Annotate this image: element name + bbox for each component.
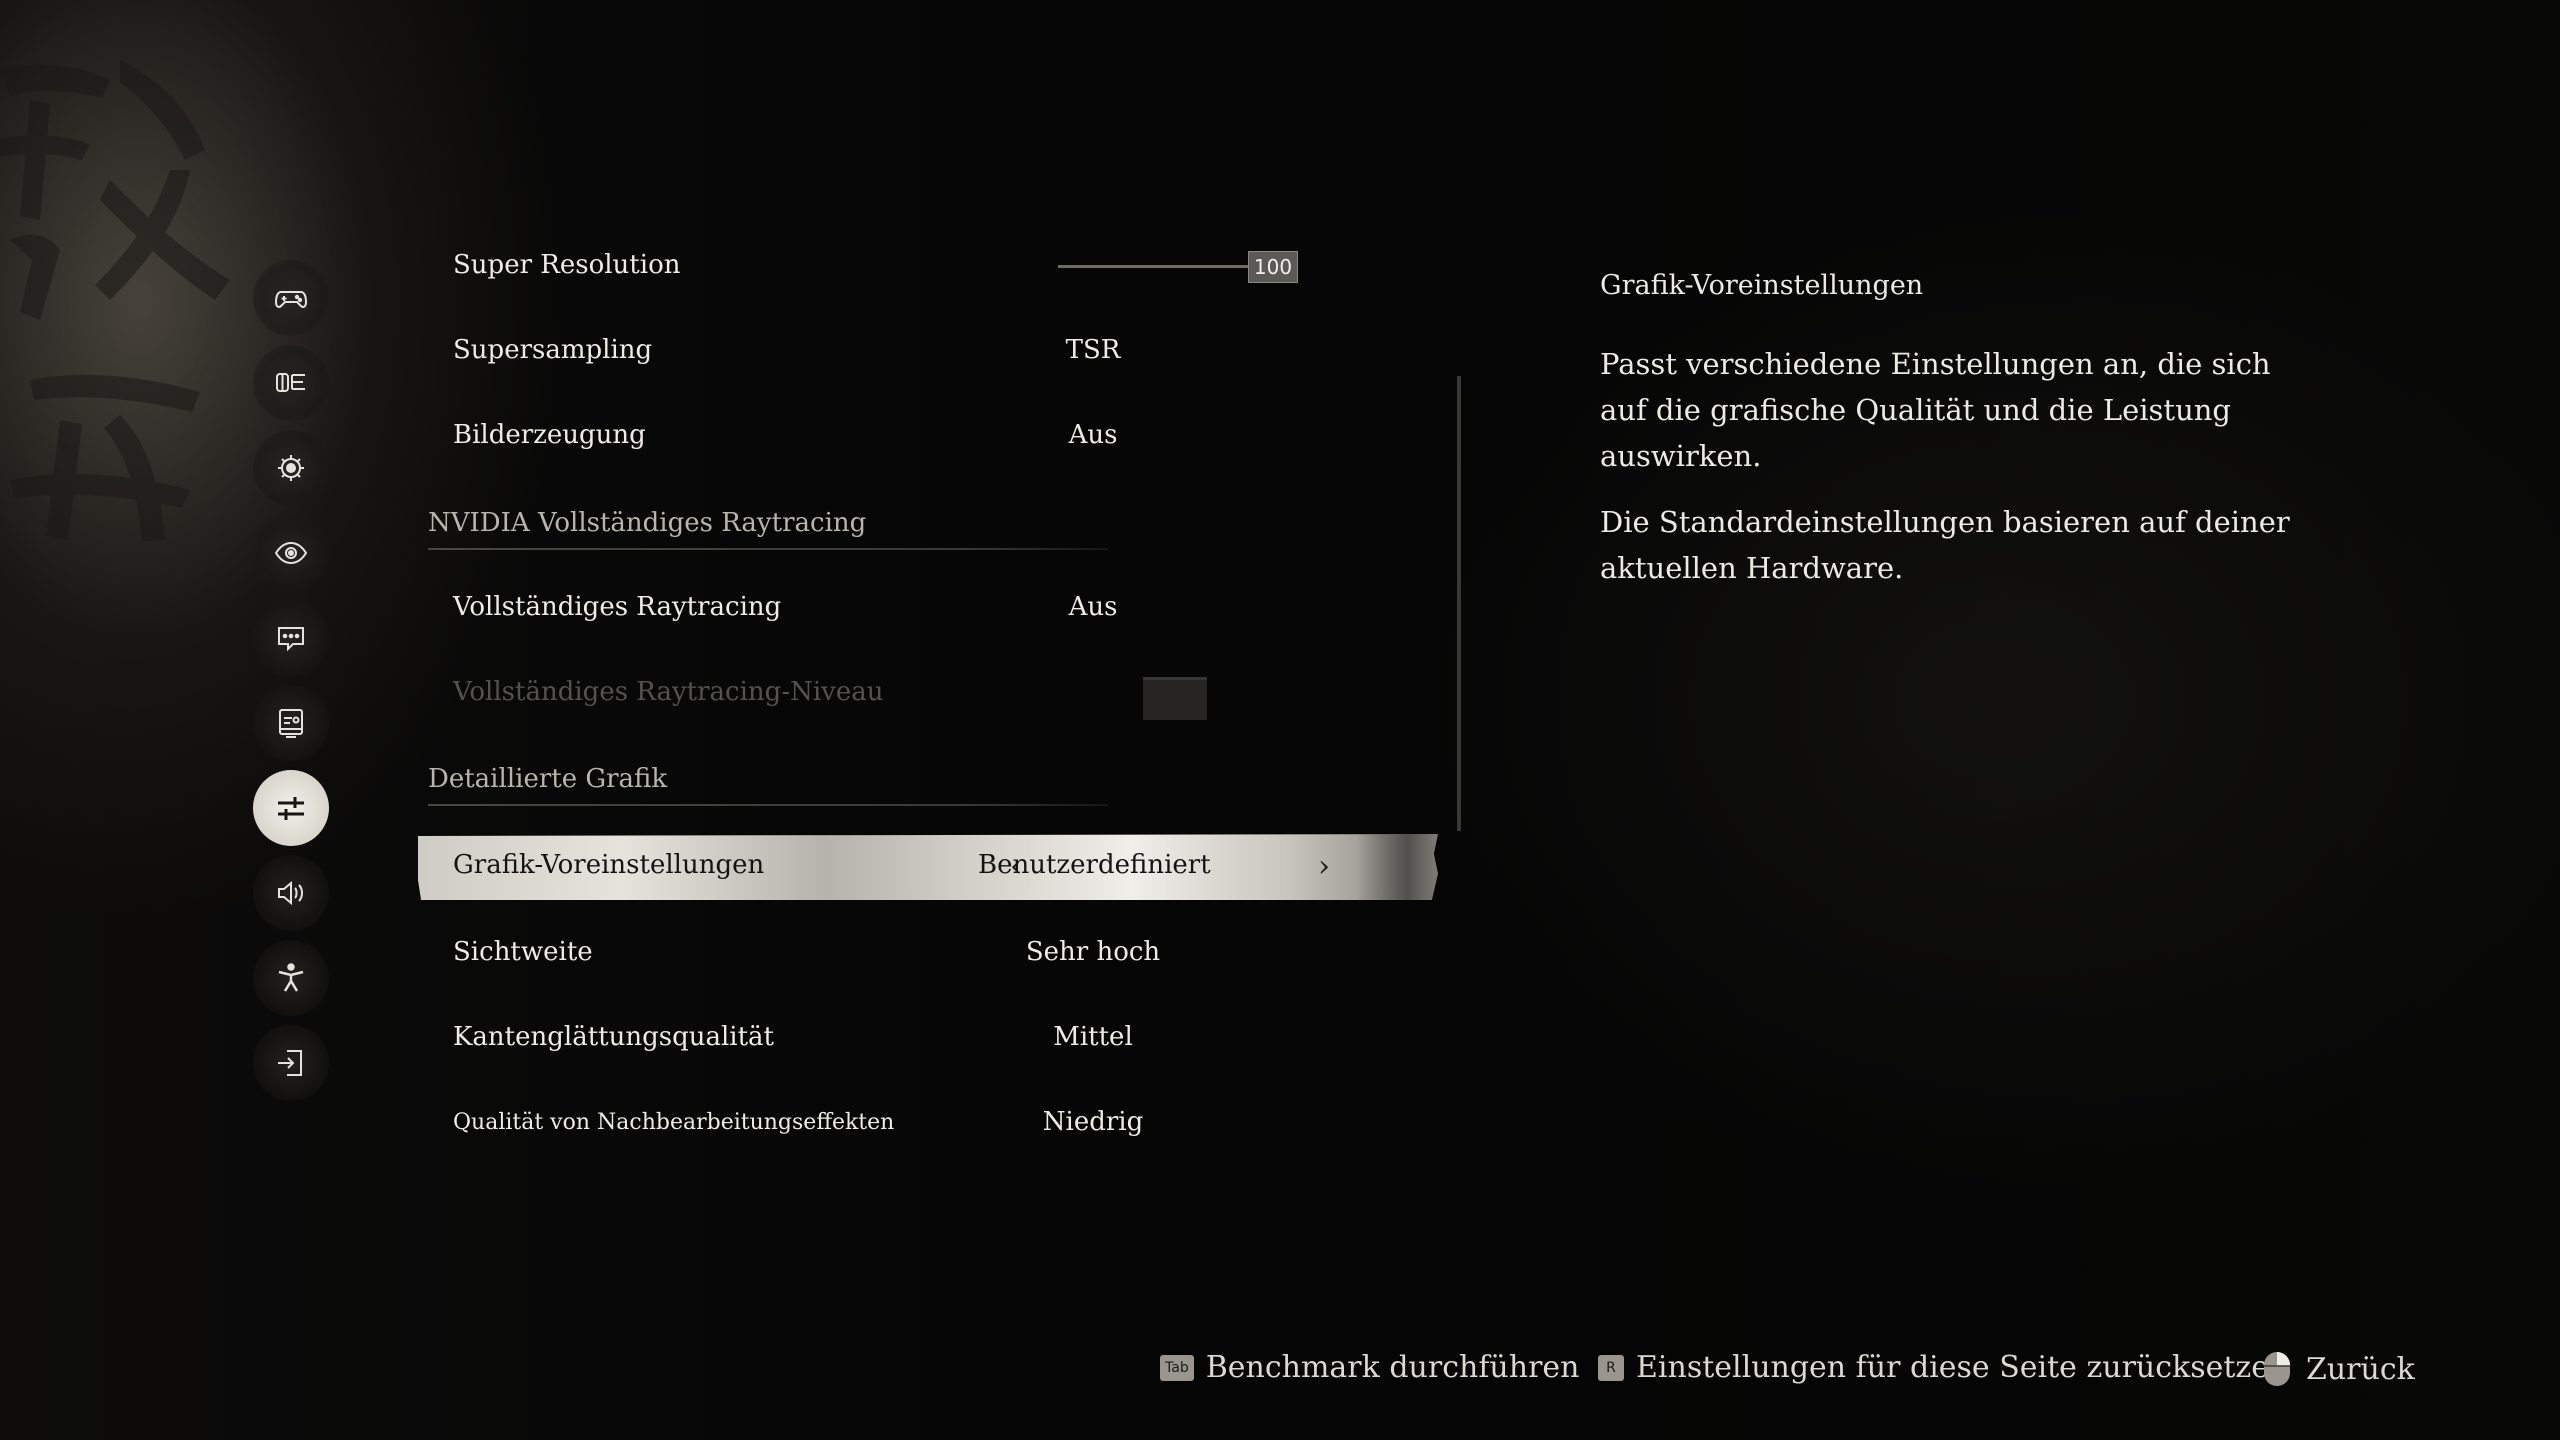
reset-label: Einstellungen für diese Seite zurücksetz… bbox=[1636, 1350, 2289, 1385]
camera-gear-icon bbox=[278, 455, 304, 481]
setting-label: Supersampling bbox=[453, 335, 653, 365]
description-paragraph: Passt verschiedene Einstellungen an, die… bbox=[1600, 347, 2271, 473]
nav-subtitles[interactable] bbox=[253, 600, 329, 676]
setting-label: Grafik-Voreinstellungen bbox=[453, 850, 765, 880]
setting-label: Vollständiges Raytracing bbox=[453, 592, 782, 622]
nav-accessibility[interactable] bbox=[253, 940, 329, 1016]
setting-value: Aus bbox=[1068, 592, 1118, 622]
setting-graphics-preset[interactable]: Grafik-Voreinstellungen ‹ Benutzerdefini… bbox=[418, 830, 1438, 900]
exit-icon bbox=[278, 1050, 302, 1076]
setting-supersampling[interactable]: Supersampling TSR bbox=[418, 315, 1438, 385]
r-key-icon: R bbox=[1598, 1354, 1624, 1381]
display-language-icon bbox=[276, 373, 305, 392]
eye-icon bbox=[274, 541, 308, 565]
setting-view-distance[interactable]: Sichtweite Sehr hoch bbox=[418, 917, 1438, 987]
setting-value: Niedrig bbox=[1042, 1107, 1144, 1137]
setting-label: Kantenglättungsqualität bbox=[453, 1022, 775, 1052]
description-paragraph: Die Standardeinstellungen basieren auf d… bbox=[1600, 505, 2290, 585]
setting-value: Mittel bbox=[1053, 1022, 1133, 1052]
section-divider bbox=[428, 548, 1108, 550]
nav-screen[interactable] bbox=[253, 685, 329, 761]
benchmark-label: Benchmark durchführen bbox=[1205, 1350, 1580, 1385]
setting-raytracing-level: Vollständiges Raytracing-Niveau bbox=[418, 657, 1438, 727]
footer-hints: Tab Benchmark durchführen R Einstellunge… bbox=[0, 1350, 2560, 1400]
setting-frame-generation[interactable]: Bilderzeugung Aus bbox=[418, 400, 1438, 470]
nav-controls[interactable] bbox=[253, 260, 329, 336]
section-title: NVIDIA Vollständiges Raytracing bbox=[428, 508, 867, 538]
setting-value: Sehr hoch bbox=[1025, 937, 1161, 967]
setting-label: Vollständiges Raytracing-Niveau bbox=[453, 677, 884, 707]
nav-exit[interactable] bbox=[253, 1025, 329, 1101]
accessibility-icon bbox=[278, 963, 304, 992]
calligraphy-watermark-icon bbox=[0, 60, 230, 542]
description-panel: Grafik-Voreinstellungen Passt verschiede… bbox=[1600, 270, 2300, 611]
setting-label: Qualität von Nachbearbeitungseffekten bbox=[453, 1109, 895, 1135]
subtitle-icon bbox=[278, 627, 304, 652]
description-title: Grafik-Voreinstellungen bbox=[1600, 270, 1924, 301]
section-header-raytracing: NVIDIA Vollständiges Raytracing bbox=[428, 490, 1108, 550]
audio-icon bbox=[278, 880, 303, 906]
super-resolution-slider-thumb[interactable]: 100 bbox=[1248, 251, 1298, 283]
nav-language[interactable] bbox=[253, 345, 329, 421]
setting-label: Sichtweite bbox=[453, 937, 593, 967]
nav-audio[interactable] bbox=[253, 855, 329, 931]
mouse-right-click-icon bbox=[2264, 1352, 2290, 1386]
setting-super-resolution[interactable]: Super Resolution 100 bbox=[418, 230, 1438, 300]
sliders-icon bbox=[278, 797, 304, 820]
nav-display[interactable] bbox=[253, 515, 329, 591]
setting-value: Aus bbox=[1068, 420, 1118, 450]
nav-camera[interactable] bbox=[253, 430, 329, 506]
section-header-detailed: Detaillierte Grafik bbox=[428, 746, 1108, 806]
setting-value: TSR bbox=[1065, 335, 1121, 365]
back-button[interactable]: Zurück bbox=[2262, 1350, 2415, 1388]
setting-value: Benutzerdefiniert bbox=[978, 850, 1211, 880]
benchmark-button[interactable]: Tab Benchmark durchführen bbox=[1160, 1350, 1580, 1385]
back-label: Zurück bbox=[2306, 1351, 2415, 1387]
setting-full-raytracing[interactable]: Vollständiges Raytracing Aus bbox=[418, 572, 1438, 642]
tab-key-icon: Tab bbox=[1160, 1354, 1194, 1381]
setting-post-processing[interactable]: Qualität von Nachbearbeitungseffekten Ni… bbox=[418, 1087, 1438, 1157]
gamepad-icon bbox=[274, 291, 308, 308]
setting-label: Super Resolution bbox=[453, 250, 681, 280]
monitor-icon bbox=[279, 709, 303, 738]
nav-graphics[interactable] bbox=[253, 770, 329, 846]
setting-aa-quality[interactable]: Kantenglättungsqualität Mittel bbox=[418, 1002, 1438, 1072]
reset-button[interactable]: R Einstellungen für diese Seite zurückse… bbox=[1598, 1350, 2288, 1385]
chevron-right-icon[interactable]: › bbox=[1318, 849, 1330, 884]
settings-scrollbar[interactable] bbox=[1457, 376, 1461, 831]
disabled-value-box bbox=[1143, 677, 1207, 720]
section-title: Detaillierte Grafik bbox=[428, 764, 668, 794]
super-resolution-slider-track[interactable] bbox=[1058, 265, 1248, 268]
section-divider bbox=[428, 804, 1108, 806]
setting-label: Bilderzeugung bbox=[453, 420, 646, 450]
